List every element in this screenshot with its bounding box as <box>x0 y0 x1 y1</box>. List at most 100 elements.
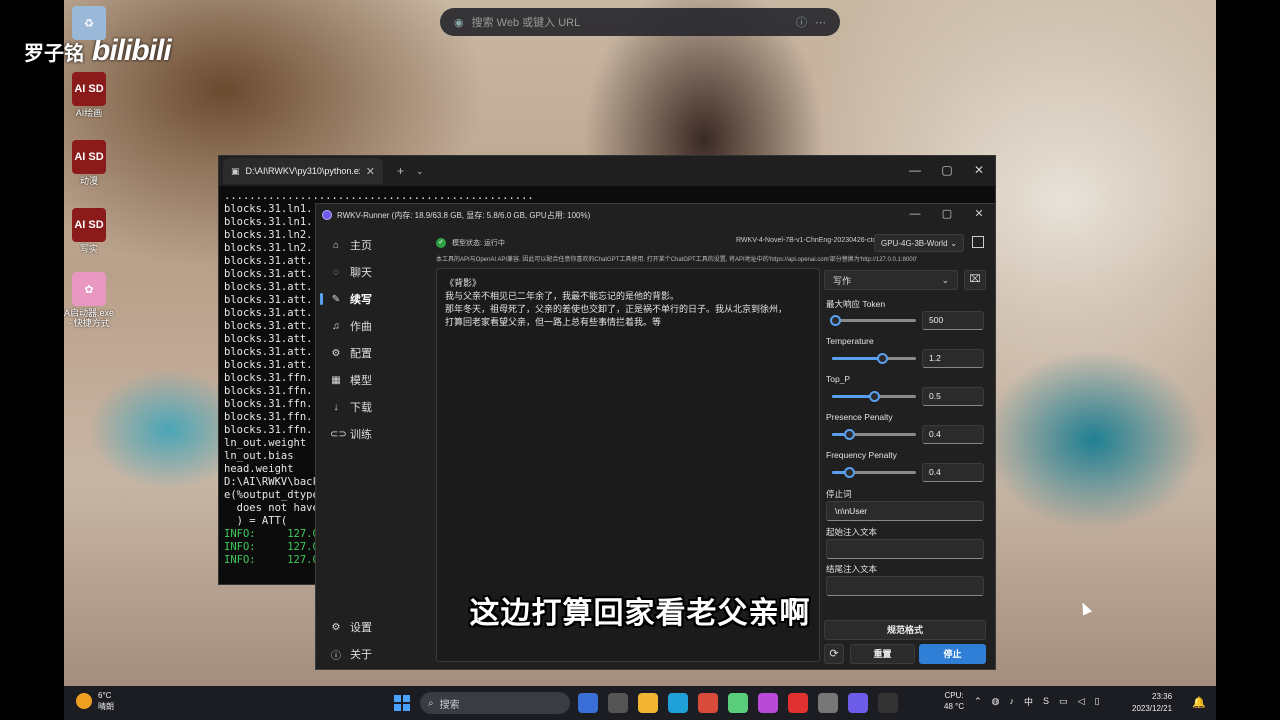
inject-start-input[interactable] <box>826 539 984 559</box>
presence-penalty-input[interactable]: 0.4 <box>922 425 984 444</box>
more-icon[interactable]: ⋯ <box>815 16 826 29</box>
task-view-icon[interactable] <box>608 693 628 713</box>
nav-item-models[interactable]: ▦ 模型 <box>316 369 416 391</box>
temperature-label: Temperature <box>826 336 874 346</box>
new-tab-button[interactable]: + <box>397 164 404 178</box>
top-p-slider[interactable] <box>832 391 916 402</box>
media-app-icon[interactable] <box>758 693 778 713</box>
terminal-line: ........................................… <box>224 190 534 202</box>
ai-sd-icon: AI SD <box>72 140 106 174</box>
taskbar-search[interactable]: ⌕ 搜索 <box>420 692 570 714</box>
frequency-penalty-slider[interactable] <box>832 467 916 478</box>
mode-select[interactable]: 写作 ⌄ <box>824 270 958 290</box>
toggle-button[interactable] <box>972 236 984 248</box>
inject-end-label: 结尾注入文本 <box>826 564 878 574</box>
chat-icon: ◌ <box>333 266 339 278</box>
stop-button[interactable]: 停止 <box>919 644 986 664</box>
top-p-input[interactable]: 0.5 <box>922 387 984 406</box>
slider-fill <box>832 395 874 398</box>
nav-item-completion[interactable]: ✎ 续写 <box>316 288 416 310</box>
clock[interactable]: 23:36 2023/12/21 <box>1132 691 1172 715</box>
weather-desc: 晴朗 <box>98 702 114 711</box>
editor-line: 打算回老家看望父亲，但一路上总有些事情拦着我。等 <box>445 317 662 327</box>
start-button[interactable] <box>394 695 410 711</box>
terminal-window-controls: — ▢ ✕ <box>899 156 995 186</box>
slider-thumb[interactable] <box>877 353 889 364</box>
edge-app-icon[interactable] <box>668 693 688 713</box>
close-button[interactable]: ✕ <box>963 204 995 226</box>
wechat-icon[interactable]: ◍ <box>992 696 1000 707</box>
chevron-down-icon: ⌄ <box>950 238 957 248</box>
chatgpt-app-icon[interactable] <box>728 693 748 713</box>
desktop-icon-launcher[interactable]: ✿ A启动器.exe - 快捷方式 <box>64 272 114 328</box>
nav-label: 聊天 <box>350 267 372 279</box>
slider-thumb[interactable] <box>830 315 842 326</box>
terminal-app-icon[interactable] <box>878 693 898 713</box>
train-icon: ⊂⊃ <box>330 428 347 440</box>
nav-item-about[interactable]: ⓘ 关于 <box>316 643 416 665</box>
chevron-down-icon[interactable]: ⌄ <box>416 166 424 177</box>
file-explorer-icon[interactable] <box>638 693 658 713</box>
antivirus-icon[interactable]: S <box>1043 696 1049 706</box>
close-button[interactable]: ✕ <box>963 156 995 186</box>
max-tokens-slider[interactable] <box>830 315 916 326</box>
slider-fill <box>832 357 883 360</box>
nav-item-train[interactable]: ⊂⊃ 训练 <box>316 423 416 445</box>
rwkv-app-icon[interactable] <box>848 693 868 713</box>
chrome-app-icon[interactable] <box>698 693 718 713</box>
desktop-icon-recycle-bin[interactable]: ♻ <box>64 6 114 40</box>
frequency-penalty-input[interactable]: 0.4 <box>922 463 984 482</box>
ai-sd-icon: AI SD <box>72 208 106 242</box>
clear-button[interactable]: ⌧ <box>964 270 986 290</box>
max-tokens-input[interactable]: 500 <box>922 311 984 330</box>
youtube-app-icon[interactable] <box>788 693 808 713</box>
strategy-select[interactable]: GPU-4G-3B-World ⌄ <box>874 234 964 252</box>
slider-thumb[interactable] <box>843 429 855 440</box>
network-icon[interactable]: ▭ <box>1059 696 1068 707</box>
maximize-button[interactable]: ▢ <box>931 156 963 186</box>
desktop-icon-ai-painting[interactable]: AI SD AI绘画 <box>64 72 114 118</box>
terminal-tab-title: D:\AI\RWKV\py310\python.ex <box>245 166 360 176</box>
minimize-button[interactable]: — <box>899 156 931 186</box>
nav-item-download[interactable]: ↓ 下载 <box>316 396 416 418</box>
reset-button[interactable]: 重置 <box>850 644 915 664</box>
model-status: 模型状态: 运行中 <box>452 240 505 247</box>
nav-label: 作曲 <box>350 321 372 333</box>
desktop-icon-anime[interactable]: AI SD 动漫 <box>64 140 114 186</box>
ime-indicator[interactable]: 中 <box>1024 695 1033 708</box>
nav-item-compose[interactable]: ♫ 作曲 <box>316 315 416 337</box>
windows-logo-pane <box>403 695 410 702</box>
desktop-icon-realistic[interactable]: AI SD 写实 <box>64 208 114 254</box>
volume-icon[interactable]: ◁ <box>1078 696 1085 707</box>
notification-bell-icon[interactable]: 🔔 <box>1192 696 1206 709</box>
temperature-slider[interactable] <box>832 353 916 364</box>
browser-search-bar[interactable]: ◉ 搜索 Web 或键入 URL ⓘ ⋯ <box>440 8 840 36</box>
slider-thumb[interactable] <box>869 391 880 402</box>
mode-value: 写作 <box>833 275 852 286</box>
model-name: RWKV-4-Novel-7B-v1-ChnEng-20230426-ctx81… <box>736 237 892 244</box>
nav-item-config[interactable]: ⚙ 配置 <box>316 342 416 364</box>
presence-penalty-slider[interactable] <box>832 429 916 440</box>
temperature-input[interactable]: 1.2 <box>922 349 984 368</box>
terminal-tab[interactable]: ▣ D:\AI\RWKV\py310\python.ex ✕ <box>223 158 383 184</box>
slider-thumb[interactable] <box>843 467 855 478</box>
windows-logo-pane <box>403 704 410 711</box>
stop-words-label: 停止词 <box>826 489 852 499</box>
nav-item-home[interactable]: ⌂ 主页 <box>316 234 416 256</box>
minimize-button[interactable]: — <box>899 204 931 226</box>
obs-app-icon[interactable] <box>818 693 838 713</box>
info-icon[interactable]: ⓘ <box>796 14 807 30</box>
refresh-button[interactable]: ⟳ <box>824 644 844 664</box>
close-icon[interactable]: ✕ <box>366 165 375 178</box>
maximize-button[interactable]: ▢ <box>931 204 963 226</box>
stop-words-input[interactable]: \n\nUser <box>826 501 984 521</box>
mic-icon[interactable]: ♪ <box>1010 696 1015 706</box>
edit-icon: ✎ <box>331 293 341 305</box>
copilot-app-icon[interactable] <box>578 693 598 713</box>
cpu-temp-widget: CPU: 48 °C <box>944 690 964 712</box>
nav-item-chat[interactable]: ◌ 聊天 <box>316 261 416 283</box>
battery-icon[interactable]: ▯ <box>1094 696 1099 707</box>
chevron-up-icon[interactable]: ⌃ <box>974 696 982 707</box>
weather-widget[interactable]: 6°C 晴朗 <box>76 690 114 712</box>
cpu-temp: 48 °C <box>944 702 965 711</box>
